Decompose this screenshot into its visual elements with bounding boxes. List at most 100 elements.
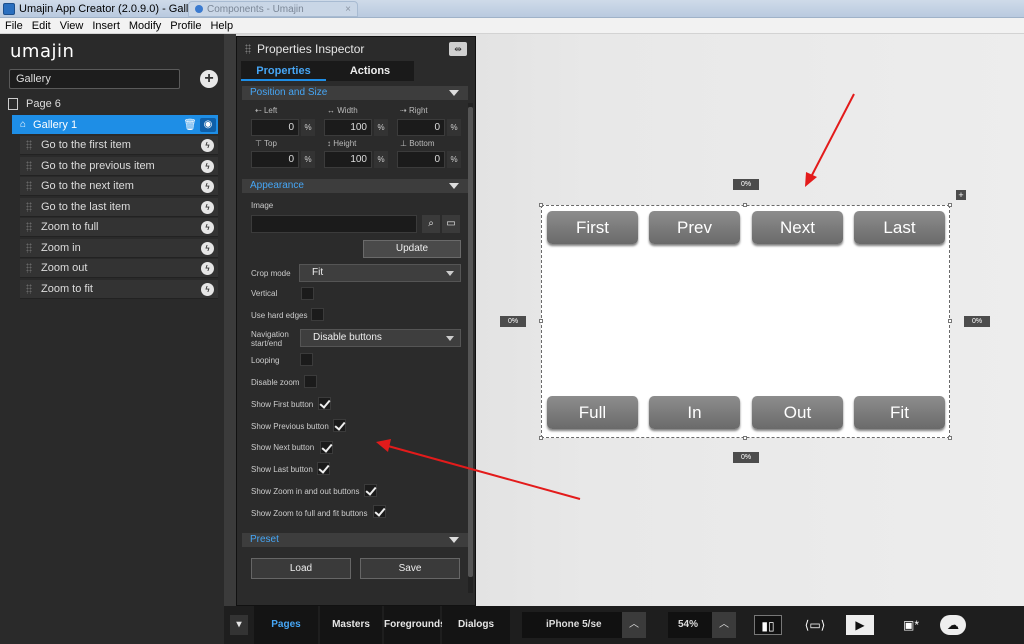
collapse-icon[interactable] [449, 90, 459, 96]
add-icon[interactable]: + [956, 190, 966, 200]
action-item[interactable]: Go to the previous item ϟ [20, 156, 218, 176]
drag-handle-icon[interactable] [26, 160, 32, 171]
device-select[interactable]: iPhone 5/se [522, 612, 622, 638]
gallery-preview[interactable]: First Prev Next Last Full In Out Fit [541, 205, 950, 438]
close-icon[interactable]: × [345, 4, 351, 15]
collapse-icon[interactable]: ▾ [230, 615, 248, 635]
tab-foregrounds[interactable]: Foregrounds [384, 606, 446, 644]
resize-handle[interactable] [743, 436, 747, 440]
action-item[interactable]: Go to the first item ϟ [20, 136, 218, 155]
section-position-size[interactable]: Position and Size [242, 86, 468, 100]
show-previous-checkbox[interactable] [333, 419, 346, 432]
eye-icon[interactable]: ◉ [200, 117, 216, 132]
component-selector[interactable]: Gallery [9, 69, 180, 89]
inspector-scrollbar[interactable] [468, 103, 473, 593]
drag-handle-icon[interactable] [26, 201, 32, 212]
inspector-header[interactable]: Properties Inspector ⇹ [237, 37, 475, 61]
section-appearance[interactable]: Appearance [242, 179, 468, 193]
bottom-input[interactable]: 0 [397, 151, 445, 168]
menu-insert[interactable]: Insert [87, 20, 124, 32]
gallery-prev-button[interactable]: Prev [649, 211, 740, 244]
unit-toggle[interactable]: % [374, 119, 388, 136]
unit-toggle[interactable]: % [447, 151, 461, 168]
lightning-icon[interactable]: ϟ [201, 241, 214, 255]
unit-toggle[interactable]: % [301, 151, 315, 168]
chevron-up-icon[interactable]: ︿ [622, 612, 646, 638]
image-path-input[interactable] [251, 215, 417, 233]
scrollbar-thumb[interactable] [468, 107, 473, 577]
action-item[interactable]: Zoom to fit ϟ [20, 279, 218, 299]
tab-properties[interactable]: Properties [241, 61, 326, 81]
background-window-tab[interactable]: Components - Umajin × [188, 1, 358, 17]
hard-edges-checkbox[interactable] [311, 308, 324, 321]
gallery-full-button[interactable]: Full [547, 396, 638, 429]
resize-handle[interactable] [948, 436, 952, 440]
load-button[interactable]: Load [251, 558, 351, 579]
unit-toggle[interactable]: % [301, 119, 315, 136]
section-preset[interactable]: Preset [242, 533, 468, 547]
gallery-last-button[interactable]: Last [854, 211, 945, 244]
action-item[interactable]: Zoom in ϟ [20, 238, 218, 258]
component-item-gallery[interactable]: ⌂ Gallery 1 🗑 ◉ [12, 115, 218, 134]
height-input[interactable]: 100 [324, 151, 372, 168]
menu-file[interactable]: File [0, 20, 27, 32]
navigation-select[interactable]: Disable buttons [300, 329, 461, 347]
trash-icon[interactable]: 🗑 [183, 118, 197, 131]
save-icon[interactable]: ▣* [898, 615, 924, 635]
save-button[interactable]: Save [360, 558, 460, 579]
device-sizes-icon[interactable]: ▮▯ [754, 615, 782, 635]
show-zoom-inout-checkbox[interactable] [364, 484, 377, 497]
pin-icon[interactable]: ⇹ [449, 42, 467, 56]
zoom-level[interactable]: 54% [668, 612, 712, 638]
cloud-upload-icon[interactable]: ☁ [940, 615, 966, 635]
drag-handle-icon[interactable] [26, 263, 32, 273]
lightning-icon[interactable]: ϟ [201, 159, 214, 173]
show-zoom-fullfit-checkbox[interactable] [373, 505, 386, 518]
unit-toggle[interactable]: % [447, 119, 461, 136]
collapse-icon[interactable] [449, 537, 459, 543]
lightning-icon[interactable]: ϟ [201, 282, 214, 296]
menu-view[interactable]: View [55, 20, 88, 32]
tab-actions[interactable]: Actions [326, 61, 414, 81]
resize-handle[interactable] [539, 203, 543, 207]
drag-handle-icon[interactable] [26, 283, 32, 294]
show-next-checkbox[interactable] [320, 441, 333, 454]
lightning-icon[interactable]: ϟ [201, 180, 214, 193]
left-input[interactable]: 0 [251, 119, 299, 136]
collapse-icon[interactable] [449, 183, 459, 189]
unit-toggle[interactable]: % [374, 151, 388, 168]
action-item[interactable]: Go to the next item ϟ [20, 177, 218, 196]
search-icon[interactable]: ⌕ [422, 215, 440, 233]
drag-handle-icon[interactable] [26, 242, 32, 253]
play-icon[interactable]: ▶ [846, 615, 874, 635]
disable-zoom-checkbox[interactable] [304, 375, 317, 388]
lightning-icon[interactable]: ϟ [201, 139, 214, 152]
top-input[interactable]: 0 [251, 151, 299, 168]
drag-handle-icon[interactable] [26, 140, 32, 150]
vertical-checkbox[interactable] [301, 287, 314, 300]
action-item[interactable]: Zoom to full ϟ [20, 218, 218, 237]
drag-handle-icon[interactable] [245, 44, 251, 54]
lightning-icon[interactable]: ϟ [201, 200, 214, 214]
gallery-first-button[interactable]: First [547, 211, 638, 244]
resize-handle[interactable] [539, 319, 543, 323]
drag-handle-icon[interactable] [26, 222, 32, 232]
rotate-device-icon[interactable]: ⟨▭⟩ [800, 615, 830, 635]
lightning-icon[interactable]: ϟ [201, 262, 214, 275]
tab-masters[interactable]: Masters [320, 606, 382, 644]
menu-edit[interactable]: Edit [27, 20, 55, 32]
action-item[interactable]: Zoom out ϟ [20, 259, 218, 278]
gallery-fit-button[interactable]: Fit [854, 396, 945, 429]
update-button[interactable]: Update [363, 240, 461, 258]
menu-modify[interactable]: Modify [124, 20, 165, 32]
folder-icon[interactable]: ▭ [442, 215, 460, 233]
resize-handle[interactable] [948, 203, 952, 207]
show-first-checkbox[interactable] [318, 397, 331, 410]
crop-mode-select[interactable]: Fit [299, 264, 461, 282]
add-button[interactable]: + [200, 70, 218, 88]
menu-profile[interactable]: Profile [165, 20, 205, 32]
show-last-checkbox[interactable] [317, 462, 330, 475]
gallery-out-button[interactable]: Out [752, 396, 843, 429]
width-input[interactable]: 100 [324, 119, 372, 136]
tab-pages[interactable]: Pages [254, 606, 318, 644]
